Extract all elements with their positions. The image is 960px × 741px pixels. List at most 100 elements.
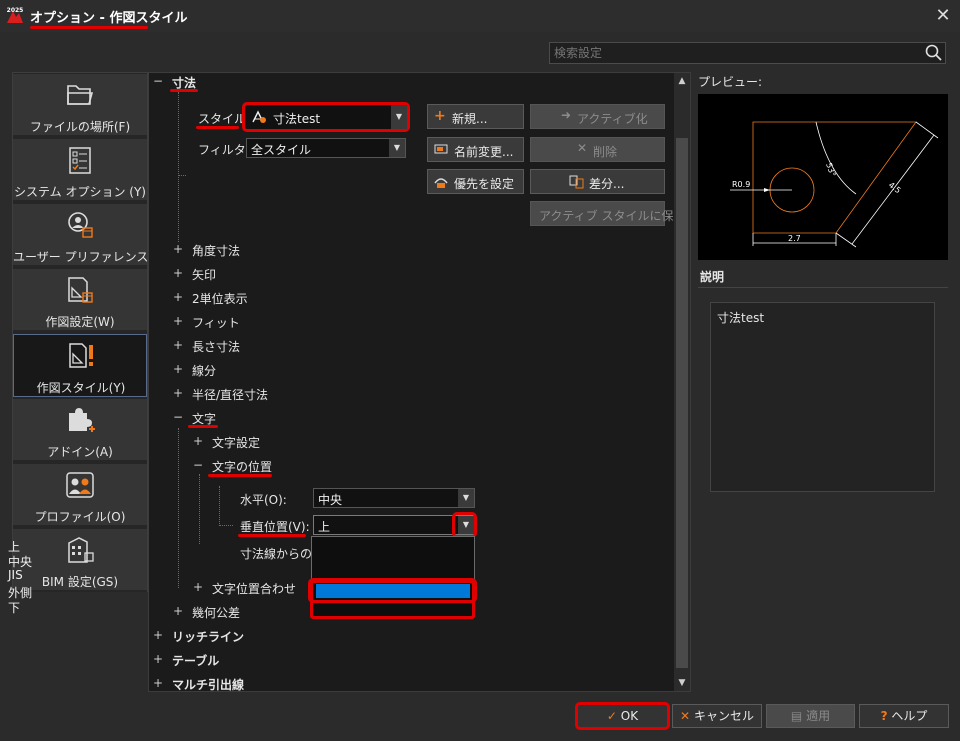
search-box[interactable] [549,42,946,64]
tree-connector [219,525,233,526]
chevron-down-icon[interactable]: ▼ [391,105,407,129]
tree-item-arrows[interactable]: 矢印 [192,266,216,283]
vertical-label-highlight [238,534,306,537]
arrow-right-icon: ➜ [561,108,572,122]
search-icon[interactable] [924,44,944,62]
dimension-style-icon [251,110,267,127]
rename-button[interactable]: 名前変更... [427,137,524,162]
tree-toggle[interactable]: + [173,386,183,400]
tree-item-text-alignment[interactable]: 文字位置合わせ [212,580,296,597]
tree-toggle[interactable]: + [173,604,183,618]
delete-button[interactable]: ✕ 削除 [530,137,665,162]
help-button[interactable]: ? ヘルプ [859,704,949,728]
options-highlight [310,580,475,619]
new-style-button[interactable]: + 新規... [427,104,524,129]
scroll-thumb[interactable] [676,138,688,668]
tree-item-linear[interactable]: 長さ寸法 [192,338,240,355]
description-text: 寸法test [717,311,765,325]
tree-toggle[interactable]: + [173,338,183,352]
tree-toggle[interactable]: + [173,290,183,304]
window-title: オプション - 作図スタイル [30,11,188,26]
scroll-down-icon[interactable]: ▼ [676,677,688,689]
tree-item-alt-units[interactable]: 2単位表示 [192,290,248,307]
tree-item-angular[interactable]: 角度寸法 [192,242,240,259]
ok-label: OK [620,709,639,723]
tree-item-fit[interactable]: フィット [192,314,240,331]
nav-item-profiles[interactable]: プロファイル(O) [13,464,147,527]
nav-item-drawing-settings[interactable]: 作図設定(W) [13,269,147,332]
horizontal-label: 水平(O): [240,493,287,507]
nav-item-label: 作図設定(W) [45,315,115,329]
nav-item-user-preferences[interactable]: ユーザー プリファレンス(U) [13,204,166,267]
tree-toggle[interactable]: + [173,314,183,328]
tree-toggle[interactable]: + [153,676,163,690]
horizontal-combo[interactable]: 中央 ▼ [313,488,475,508]
svg-text:R0.9: R0.9 [732,180,750,189]
svg-text:4.5: 4.5 [887,180,903,195]
tree-toggle[interactable]: − [153,74,163,88]
tree-item-lines[interactable]: 線分 [192,362,216,379]
nav-item-label: アドイン(A) [47,445,113,459]
apply-label: 適用 [806,709,831,723]
nav-item-bim-settings[interactable]: BIM 設定(GS) [13,529,147,592]
priority-icon [434,175,448,192]
title-highlight [30,26,148,29]
profile-icon [66,472,94,498]
tree-item-richline[interactable]: リッチライン [172,628,244,645]
tree-toggle[interactable]: + [193,434,203,448]
tree-item-radial[interactable]: 半径/直径寸法 [192,386,268,403]
tree-item-multileader[interactable]: マルチ引出線 [172,676,244,693]
tree-toggle[interactable]: − [173,410,183,424]
nav-item-system-options[interactable]: システム オプション (Y) [13,139,147,202]
filter-combo[interactable]: 全スタイル ▼ [246,138,406,158]
tree-connector [219,486,220,526]
tree-item-text-settings[interactable]: 文字設定 [212,434,260,451]
ok-button[interactable]: ✓ OK [575,702,670,730]
set-priority-button[interactable]: 優先を設定 [427,169,524,194]
dropdown-option[interactable]: 下 [8,599,20,616]
tree-toggle[interactable]: − [193,458,203,472]
save-to-active-style-button[interactable]: アクティブ スタイルに保存 [530,201,686,226]
nav-item-label: 作図スタイル(Y) [36,381,126,395]
tree-toggle[interactable]: + [173,362,183,376]
svg-text:2.7: 2.7 [788,234,801,243]
chevron-down-icon[interactable]: ▼ [458,489,474,507]
nav-item-label: プロファイル(O) [34,510,126,524]
tree-connector [178,428,179,588]
style-label: スタイル: [198,112,251,126]
nav-item-label: ファイルの場所(F) [29,120,131,134]
tree-item-tolerance[interactable]: 幾何公差 [192,604,240,621]
diff-button[interactable]: 差分... [530,169,665,194]
chevron-down-icon[interactable]: ▼ [389,139,405,157]
preview-label: プレビュー: [698,75,763,89]
tree-item-text-position[interactable]: 文字の位置 [212,458,272,475]
scroll-up-icon[interactable]: ▲ [676,75,688,87]
x-icon: ✕ [577,141,588,155]
checklist-icon [69,147,91,174]
description-box: 寸法test [710,302,935,492]
filter-label: フィルタ: [198,143,250,157]
close-button[interactable]: ✕ [930,4,956,28]
search-input[interactable] [552,44,912,62]
vertical-combo[interactable]: 上 ▼ [313,515,475,535]
tree-toggle[interactable]: + [173,266,183,280]
nav-item-drawing-style[interactable]: 作図スタイル(Y) [13,334,147,397]
nav-item-addins[interactable]: アドイン(A) [13,399,147,462]
activate-button[interactable]: ➜ アクティブ化 [530,104,665,129]
text-highlight [188,425,218,428]
vertical-dropdown-highlight [452,512,477,538]
compare-icon [569,175,585,192]
tree-toggle[interactable]: + [153,652,163,666]
style-combo[interactable]: 寸法test ▼ [242,102,410,132]
tree-toggle[interactable]: + [193,580,203,594]
vertical-label: 垂直位置(V): [240,520,310,534]
apply-button[interactable]: ▤ 適用 [766,704,855,728]
cancel-button[interactable]: ✕ キャンセル [672,704,762,728]
dropdown-option[interactable]: JIS [8,568,23,582]
tree-toggle[interactable]: + [153,628,163,642]
nav-item-file-locations[interactable]: ファイルの場所(F) [13,74,147,137]
tree-item-table[interactable]: テーブル [172,652,219,669]
tree-toggle[interactable]: + [173,242,183,256]
dimension-highlight [170,89,198,92]
description-label: 説明 [700,270,725,284]
